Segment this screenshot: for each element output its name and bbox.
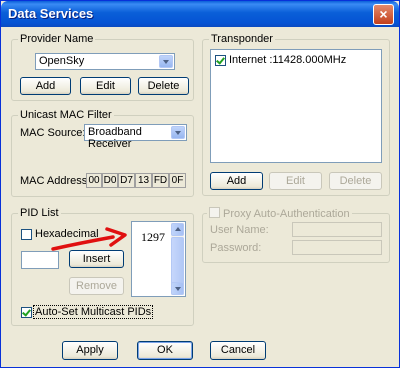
mac-source-select[interactable]: Broadband Receiver (84, 124, 187, 150)
apply-button[interactable]: Apply (62, 341, 118, 360)
proxy-auth-group: Proxy Auto-Authentication (202, 207, 390, 263)
mac-octet-field[interactable]: D7 (118, 173, 135, 188)
close-button[interactable]: × (373, 4, 394, 25)
pid-input[interactable] (21, 251, 59, 269)
pid-remove-label: Remove (76, 280, 117, 292)
transponder-edit-label: Edit (286, 175, 305, 187)
list-item[interactable]: 1297 (141, 230, 165, 245)
provider-edit-button[interactable]: Edit (80, 77, 131, 95)
auto-set-multicast-label: Auto-Set Multicast PIDs (33, 305, 154, 319)
window-title: Data Services (8, 6, 94, 21)
mac-address-label: MAC Address: (20, 175, 91, 187)
chevron-down-icon[interactable] (159, 55, 173, 68)
transponder-legend: Transponder (209, 33, 275, 45)
ok-button[interactable]: OK (137, 341, 193, 360)
transponder-item-checkbox[interactable] (215, 55, 226, 66)
password-field[interactable] (292, 240, 382, 255)
provider-selected-value: OpenSky (39, 55, 85, 67)
provider-add-label: Add (35, 80, 56, 92)
ok-label: OK (157, 344, 173, 356)
scroll-thumb[interactable] (171, 237, 184, 287)
pid-remove-button[interactable]: Remove (69, 277, 124, 295)
mac-octet-field[interactable]: D0 (102, 173, 118, 188)
provider-name-legend: Provider Name (18, 33, 96, 45)
transponder-delete-button[interactable]: Delete (329, 172, 382, 190)
pid-list[interactable]: 1297 (131, 221, 186, 297)
cancel-button[interactable]: Cancel (210, 341, 266, 360)
transponder-add-button[interactable]: Add (210, 172, 263, 190)
pid-list-scrollbar[interactable] (171, 223, 184, 295)
mac-octet-field[interactable]: FD (152, 173, 169, 188)
proxy-auth-legend-wrap: Proxy Auto-Authentication (207, 207, 352, 220)
password-label: Password: (210, 242, 262, 254)
user-name-label: User Name: (210, 224, 269, 236)
proxy-auth-checkbox[interactable] (209, 207, 220, 218)
mac-octet-field[interactable]: 00 (86, 173, 102, 188)
cancel-label: Cancel (220, 344, 256, 356)
chevron-down-icon[interactable] (171, 126, 185, 139)
provider-edit-label: Edit (96, 80, 115, 92)
user-name-field[interactable] (292, 222, 382, 237)
transponder-delete-label: Delete (339, 175, 372, 187)
proxy-auth-label: Proxy Auto-Authentication (223, 208, 350, 220)
close-icon: × (379, 6, 388, 22)
scroll-down-icon[interactable] (171, 282, 184, 295)
provider-delete-button[interactable]: Delete (138, 77, 189, 95)
provider-delete-label: Delete (147, 80, 180, 92)
scroll-up-icon[interactable] (171, 223, 184, 236)
mac-octet-field[interactable]: 0F (169, 173, 186, 188)
mac-octet-field[interactable]: 13 (135, 173, 152, 188)
provider-add-button[interactable]: Add (20, 77, 71, 95)
auto-set-multicast-checkbox[interactable] (21, 307, 32, 318)
transponder-edit-button[interactable]: Edit (269, 172, 322, 190)
pid-list-legend: PID List (18, 207, 61, 219)
hexadecimal-checkbox[interactable] (21, 229, 32, 240)
provider-select[interactable]: OpenSky (35, 53, 175, 70)
pid-insert-label: Insert (82, 253, 111, 265)
mac-source-label: MAC Source: (20, 127, 86, 139)
transponder-list[interactable]: Internet :11428.000MHz (210, 49, 382, 163)
annotation-arrow-icon (51, 227, 127, 251)
data-services-dialog: Data Services × Provider Name OpenSky Ad… (0, 0, 400, 368)
apply-label: Apply (76, 344, 104, 356)
transponder-add-label: Add (226, 175, 247, 187)
transponder-item-label: Internet :11428.000MHz (229, 54, 347, 66)
title-bar[interactable]: Data Services × (1, 1, 399, 27)
unicast-mac-filter-legend: Unicast MAC Filter (18, 109, 114, 121)
